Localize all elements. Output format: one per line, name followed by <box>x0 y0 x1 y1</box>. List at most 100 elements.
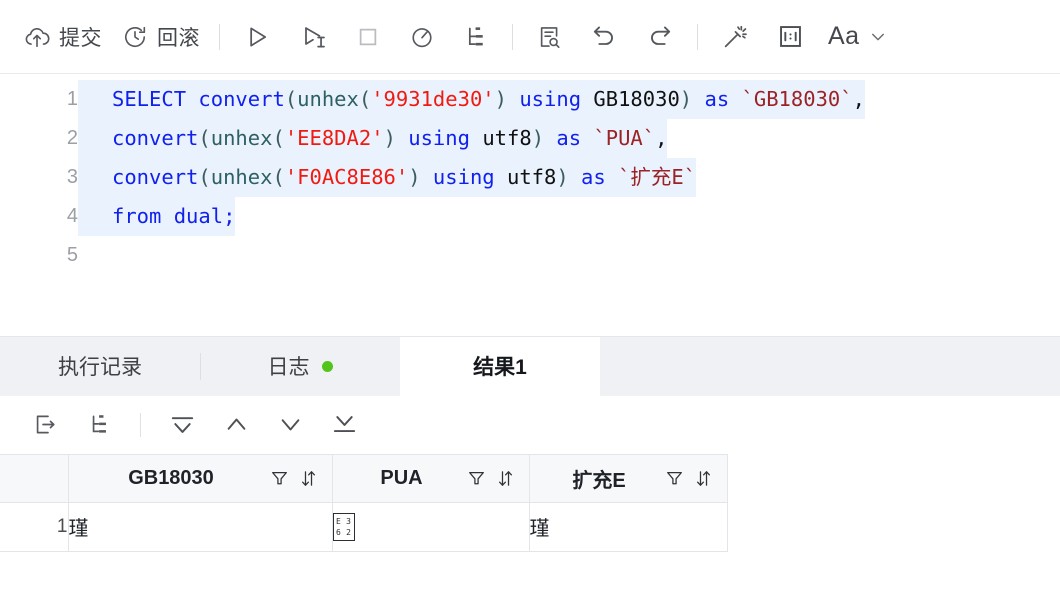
sql-keyword: SELECT <box>112 87 186 111</box>
column-title: 扩充E <box>544 464 655 493</box>
table-row[interactable]: 1 瑾 E 3 6 2 瑾 <box>0 502 727 551</box>
code-line-1: 1 SELECT convert(unhex('9931de30') using… <box>0 80 1060 119</box>
code-line-2: 2 convert(unhex('EE8DA2') using utf8) as… <box>0 119 1060 158</box>
layout-button[interactable] <box>763 14 818 60</box>
column-title: PUA <box>347 467 457 490</box>
sql-function: unhex <box>297 87 359 111</box>
sql-keyword: from <box>112 204 161 228</box>
cell-pua[interactable]: E 3 6 2 <box>332 502 529 551</box>
sql-keyword: using <box>433 165 495 189</box>
play-cursor-icon <box>299 23 327 51</box>
filter-icon[interactable] <box>665 469 684 488</box>
timer-button[interactable] <box>395 14 449 60</box>
export-button[interactable] <box>18 404 72 446</box>
tab-label: 结果1 <box>473 351 527 381</box>
sql-keyword: convert <box>112 165 198 189</box>
cell-gb18030[interactable]: 瑾 <box>68 502 332 551</box>
run-at-cursor-button[interactable] <box>285 14 341 60</box>
code-text[interactable]: SELECT convert(unhex('9931de30') using G… <box>78 80 865 119</box>
sql-keyword: as <box>704 87 729 111</box>
code-line-5: 5 <box>0 236 1060 275</box>
table-header-row: GB18030 <box>0 454 727 502</box>
code-text[interactable]: from dual; <box>78 197 235 236</box>
sort-icon[interactable] <box>496 469 515 488</box>
document-search-icon <box>536 24 562 50</box>
sql-string: 'F0AC8E86' <box>285 165 408 189</box>
stop-square-icon <box>355 24 381 50</box>
redo-arrow-icon <box>646 23 674 51</box>
rollback-button[interactable]: 回滚 <box>112 14 210 60</box>
code-line-4: 4 from dual; <box>0 197 1060 236</box>
tofu-hex-4: 2 <box>346 528 351 537</box>
font-label: Aa <box>828 22 860 51</box>
sql-function: unhex <box>211 126 273 150</box>
column-title: GB18030 <box>83 467 260 490</box>
line-number: 4 <box>0 197 78 236</box>
go-next-icon <box>277 411 304 438</box>
run-button[interactable] <box>229 14 285 60</box>
code-line-3: 3 convert(unhex('F0AC8E86') using utf8) … <box>0 158 1060 197</box>
sort-icon[interactable] <box>694 469 713 488</box>
tab-log[interactable]: 日志 <box>200 337 400 396</box>
structure-button[interactable] <box>72 404 126 446</box>
column-header-extension-e[interactable]: 扩充E <box>529 454 727 502</box>
filter-icon[interactable] <box>467 469 486 488</box>
tab-execution-history[interactable]: 执行记录 <box>0 337 200 396</box>
missing-glyph-box: E 3 6 2 <box>333 513 355 541</box>
sql-keyword: using <box>408 126 470 150</box>
sql-identifier: `GB18030` <box>742 87 853 111</box>
main-toolbar: 提交 回滚 <box>0 0 1060 74</box>
clock-rollback-icon <box>122 24 148 50</box>
row-index: 1 <box>0 502 68 551</box>
sort-icon[interactable] <box>299 469 318 488</box>
line-number: 5 <box>0 236 78 275</box>
stopwatch-icon <box>409 24 435 50</box>
sql-keyword: as <box>581 165 606 189</box>
cloud-upload-icon <box>24 24 50 50</box>
font-button[interactable]: Aa <box>818 14 897 60</box>
commit-button[interactable]: 提交 <box>14 14 112 60</box>
cell-extension-e[interactable]: 瑾 <box>529 502 727 551</box>
sql-keyword: convert <box>198 87 284 111</box>
result-tabbar: 执行记录 日志 结果1 <box>0 336 1060 396</box>
go-last-row-button[interactable] <box>317 404 371 446</box>
column-header-pua[interactable]: PUA <box>332 454 529 502</box>
go-first-row-button[interactable] <box>155 404 209 446</box>
sql-keyword: using <box>519 87 581 111</box>
tofu-hex-3: 6 <box>336 528 341 537</box>
commit-label: 提交 <box>59 22 102 52</box>
find-button[interactable] <box>522 14 576 60</box>
magic-wand-icon <box>721 23 749 51</box>
rollback-label: 回滚 <box>157 22 200 52</box>
line-number: 2 <box>0 119 78 158</box>
sql-string: 'EE8DA2' <box>285 126 384 150</box>
structure-icon <box>87 412 112 437</box>
explain-plan-icon <box>463 24 489 50</box>
sql-editor-app: 提交 回滚 <box>0 0 1060 612</box>
status-dot <box>322 361 333 372</box>
tab-label: 执行记录 <box>58 351 142 381</box>
sql-function: unhex <box>211 165 273 189</box>
code-text[interactable]: convert(unhex('F0AC8E86') using utf8) as… <box>78 158 696 197</box>
filter-icon[interactable] <box>270 469 289 488</box>
grid-empty-area <box>0 552 1060 612</box>
go-first-icon <box>169 411 196 438</box>
sql-table: dual <box>174 204 223 228</box>
stop-button[interactable] <box>341 14 395 60</box>
sql-code-editor[interactable]: 1 SELECT convert(unhex('9931de30') using… <box>0 74 1060 336</box>
explain-plan-button[interactable] <box>449 14 503 60</box>
go-next-row-button[interactable] <box>263 404 317 446</box>
sql-punct: ; <box>223 204 235 228</box>
tab-result-1[interactable]: 结果1 <box>400 337 600 396</box>
export-icon <box>33 412 58 437</box>
code-text[interactable]: convert(unhex('EE8DA2') using utf8) as `… <box>78 119 667 158</box>
row-index-header <box>0 454 68 502</box>
tab-label: 日志 <box>268 351 310 381</box>
column-header-gb18030[interactable]: GB18030 <box>68 454 332 502</box>
format-button[interactable] <box>707 14 763 60</box>
sql-charset: GB18030 <box>593 87 679 111</box>
redo-button[interactable] <box>632 14 688 60</box>
line-number: 1 <box>0 80 78 119</box>
undo-button[interactable] <box>576 14 632 60</box>
go-prev-row-button[interactable] <box>209 404 263 446</box>
